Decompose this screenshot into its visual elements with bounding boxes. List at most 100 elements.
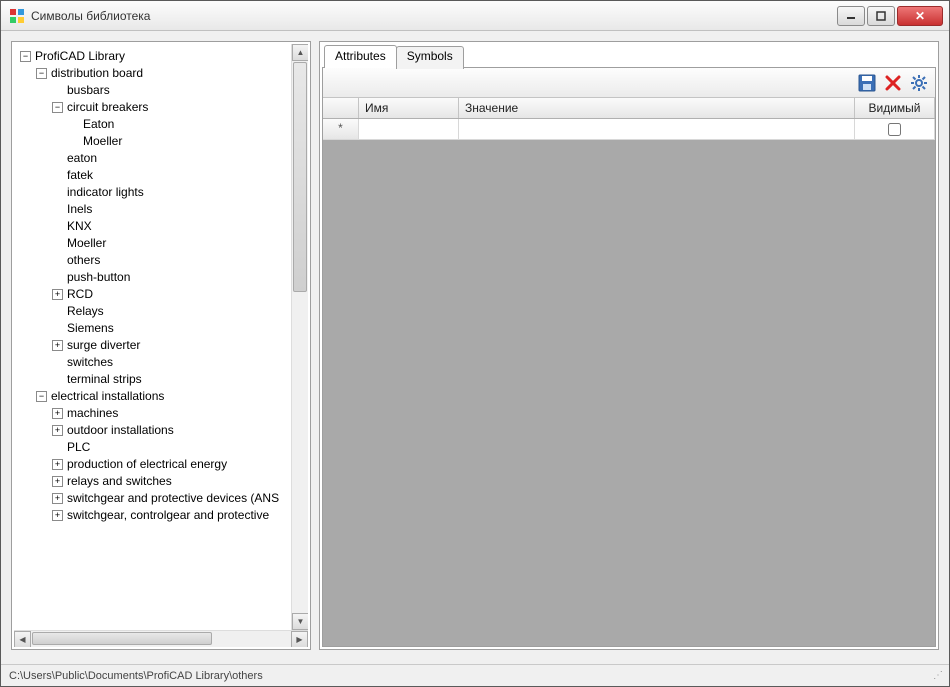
tree-node-fatek[interactable]: fatek	[52, 167, 306, 184]
tree-node-relays[interactable]: Relays	[52, 303, 306, 320]
tree-node-circuit-breakers[interactable]: −circuit breakers	[52, 99, 306, 116]
tree-label: production of electrical energy	[67, 456, 227, 473]
grid-new-row[interactable]: *	[323, 119, 935, 140]
tree-node-busbars[interactable]: busbars	[52, 82, 306, 99]
scroll-thumb[interactable]	[32, 632, 212, 645]
tree-node-machines[interactable]: + machines	[52, 405, 306, 422]
tree-label: machines	[67, 405, 118, 422]
tree-label: Inels	[67, 201, 92, 218]
collapse-icon[interactable]: −	[20, 51, 31, 62]
tree-node-surge-diverter[interactable]: +surge diverter	[52, 337, 306, 354]
maximize-button[interactable]	[867, 6, 895, 26]
tab-attributes[interactable]: Attributes	[324, 45, 397, 68]
scroll-down-icon[interactable]: ▼	[292, 613, 308, 630]
grid-header-name[interactable]: Имя	[359, 98, 459, 118]
tree-horizontal-scrollbar[interactable]: ◀ ▶	[14, 630, 308, 647]
attributes-toolbar	[323, 68, 935, 98]
tree-label: eaton	[67, 150, 97, 167]
status-path: C:\Users\Public\Documents\ProfiCAD Libra…	[9, 670, 263, 682]
tree-node-prod-energy[interactable]: + production of electrical energy	[52, 456, 306, 473]
gear-icon[interactable]	[909, 73, 929, 93]
tree-node-switches[interactable]: switches	[52, 354, 306, 371]
expand-icon[interactable]: +	[52, 425, 63, 436]
tree-node-push-button[interactable]: push-button	[52, 269, 306, 286]
tree-label: ProfiCAD Library	[35, 48, 125, 65]
tree-node-others[interactable]: others	[52, 252, 306, 269]
grid-cell-value[interactable]	[459, 119, 855, 139]
expand-icon[interactable]: +	[52, 510, 63, 521]
tree-node-terminal-strips[interactable]: terminal strips	[52, 371, 306, 388]
tree-label: electrical installations	[51, 388, 164, 405]
tree-node-switchgear-ctrl[interactable]: +switchgear, controlgear and protective	[52, 507, 306, 524]
tree-label: distribution board	[51, 65, 143, 82]
delete-icon[interactable]	[883, 73, 903, 93]
grid-header-value[interactable]: Значение	[459, 98, 855, 118]
minimize-button[interactable]	[837, 6, 865, 26]
tree-node-electrical-installations[interactable]: −electrical installations	[36, 388, 306, 405]
window-controls: ✕	[837, 6, 943, 26]
expand-icon[interactable]: +	[52, 340, 63, 351]
expand-icon[interactable]: +	[52, 459, 63, 470]
save-icon[interactable]	[857, 73, 877, 93]
tree-label: Eaton	[83, 116, 114, 133]
tab-body: Имя Значение Видимый *	[322, 67, 936, 647]
tree-label: others	[67, 252, 100, 269]
scroll-up-icon[interactable]: ▲	[292, 44, 308, 61]
tree-node-moeller[interactable]: Moeller	[52, 235, 306, 252]
tree-node-knx[interactable]: KNX	[52, 218, 306, 235]
grid-cell-name[interactable]	[359, 119, 459, 139]
tree-label: Moeller	[67, 235, 106, 252]
tree-node-relays-switches[interactable]: + relays and switches	[52, 473, 306, 490]
grid-header-visible[interactable]: Видимый	[855, 98, 935, 118]
expand-icon[interactable]: +	[52, 289, 63, 300]
visible-checkbox[interactable]	[888, 123, 901, 136]
window: Символы библиотека ✕ −ProfiCAD Library	[0, 0, 950, 687]
expand-icon[interactable]: +	[52, 476, 63, 487]
tree-node-siemens[interactable]: Siemens	[52, 320, 306, 337]
grid-cell-visible[interactable]	[855, 119, 935, 139]
tree-label: fatek	[67, 167, 93, 184]
collapse-icon[interactable]: −	[36, 68, 47, 79]
grid-row-selector-header[interactable]	[323, 98, 359, 118]
tree-panel: −ProfiCAD Library −distribution board bu…	[11, 41, 311, 650]
tree-node-root[interactable]: −ProfiCAD Library	[20, 48, 306, 65]
close-button[interactable]: ✕	[897, 6, 943, 26]
tree-label: switches	[67, 354, 113, 371]
grid-header: Имя Значение Видимый	[323, 98, 935, 119]
expand-icon[interactable]: +	[52, 493, 63, 504]
splitter: −ProfiCAD Library −distribution board bu…	[11, 41, 939, 650]
client-area: −ProfiCAD Library −distribution board bu…	[1, 31, 949, 664]
tree-node-outdoor-installations[interactable]: +outdoor installations	[52, 422, 306, 439]
tree-label: terminal strips	[67, 371, 142, 388]
library-tree[interactable]: −ProfiCAD Library −distribution board bu…	[14, 44, 308, 528]
scroll-left-icon[interactable]: ◀	[14, 631, 31, 647]
tree-label: relays and switches	[67, 473, 172, 490]
collapse-icon[interactable]: −	[52, 102, 63, 113]
tree-node-plc[interactable]: PLC	[52, 439, 306, 456]
tree-label: Relays	[67, 303, 104, 320]
tree-node-eaton[interactable]: eaton	[52, 150, 306, 167]
resize-grip-icon[interactable]: ⋰	[933, 670, 941, 681]
tree-label: busbars	[67, 82, 110, 99]
tree-node-moeller-cb[interactable]: Moeller	[68, 133, 306, 150]
tree-node-inels[interactable]: Inels	[52, 201, 306, 218]
tree-vertical-scrollbar[interactable]: ▲ ▼	[291, 44, 308, 630]
tree-label: push-button	[67, 269, 130, 286]
tree-node-distribution-board[interactable]: −distribution board	[36, 65, 306, 82]
tab-symbols[interactable]: Symbols	[396, 46, 464, 69]
expand-icon[interactable]: +	[52, 408, 63, 419]
tree-node-eaton-cb[interactable]: Eaton	[68, 116, 306, 133]
scroll-thumb[interactable]	[293, 62, 307, 292]
tree-node-rcd[interactable]: +RCD	[52, 286, 306, 303]
tree-node-switchgear-ans[interactable]: +switchgear and protective devices (ANS	[52, 490, 306, 507]
titlebar[interactable]: Символы библиотека ✕	[1, 1, 949, 31]
tree-label: indicator lights	[67, 184, 144, 201]
grid-body-empty	[323, 140, 935, 646]
tree-label: Moeller	[83, 133, 122, 150]
scroll-right-icon[interactable]: ▶	[291, 631, 308, 647]
collapse-icon[interactable]: −	[36, 391, 47, 402]
new-row-marker: *	[323, 119, 359, 139]
tree-label: Siemens	[67, 320, 114, 337]
window-title: Символы библиотека	[31, 9, 837, 23]
tree-node-indicator-lights[interactable]: indicator lights	[52, 184, 306, 201]
